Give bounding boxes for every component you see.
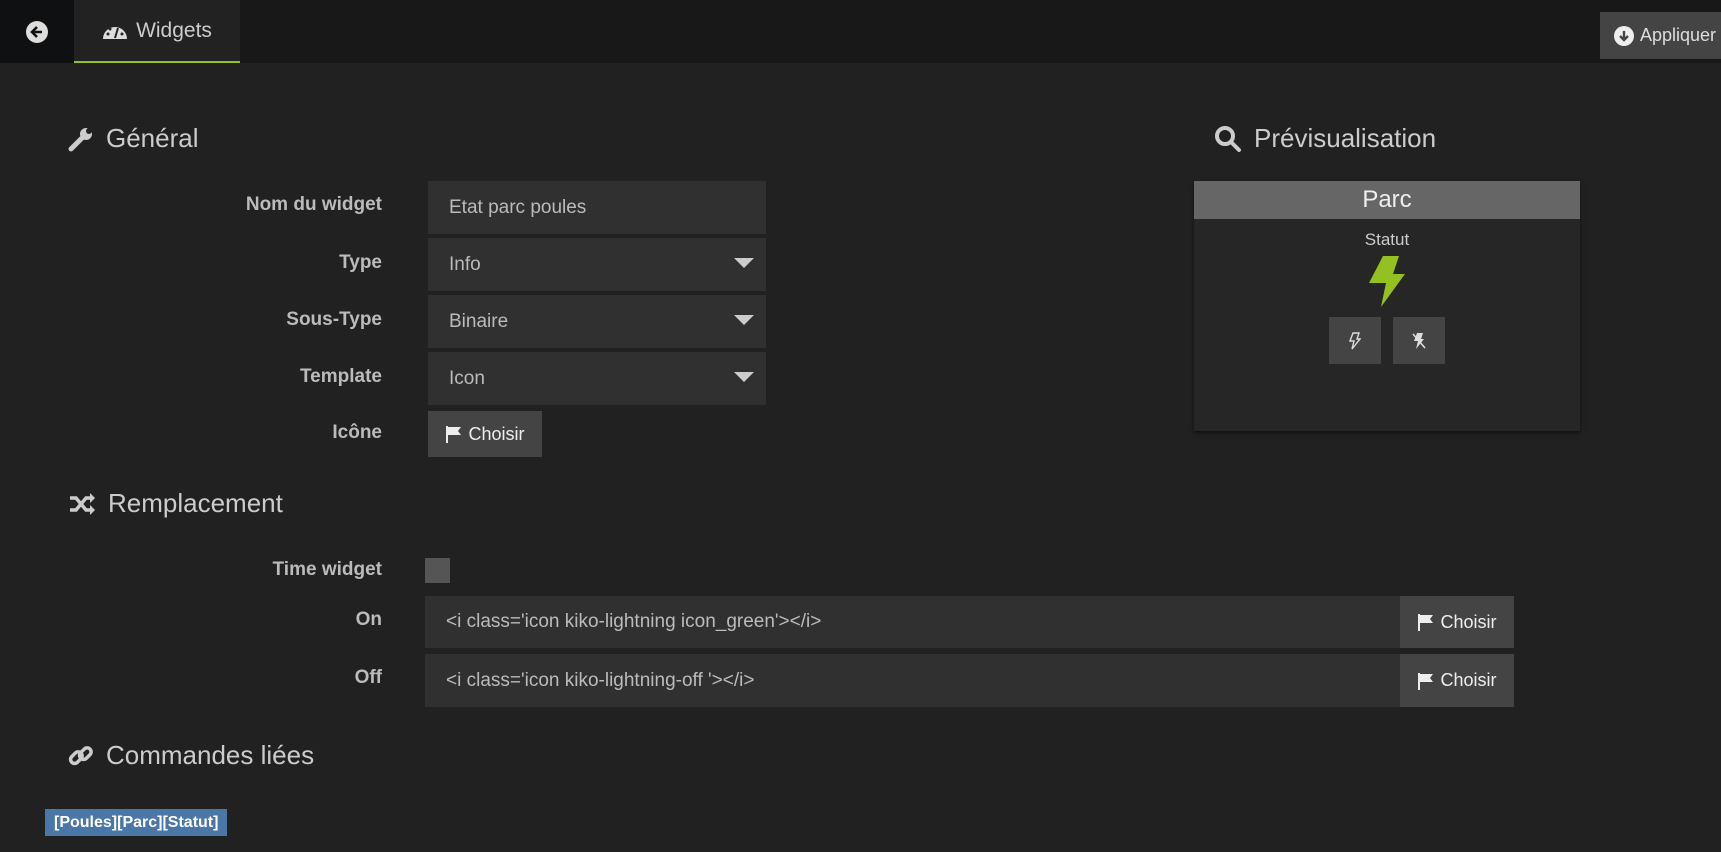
section-preview-heading: Prévisualisation [1214,123,1436,154]
lightning-off-icon [1412,332,1426,349]
search-icon [1215,125,1241,152]
lightning-icon [1349,331,1361,349]
template-label: Template [299,366,382,387]
wrench-icon [68,127,92,151]
type-label: Type [339,252,382,273]
apply-button[interactable]: Appliquer [1600,12,1721,59]
heading-text: Commandes liées [106,740,315,770]
button-label: Choisir [1440,611,1497,632]
choose-off-icon-button[interactable]: Choisir [1400,654,1514,707]
heading-text: Remplacement [108,488,283,518]
arrow-left-circle-icon [26,20,48,43]
subtype-value: Binaire [449,310,509,332]
chevron-down-icon [734,258,754,268]
cmd-name: Statut [1364,230,1410,249]
tab-label: Widgets [136,18,212,42]
section-general-heading: Général [68,123,199,154]
time-widget-label: Time widget [272,559,382,580]
heading-text: Prévisualisation [1254,123,1437,153]
widget-preview-card: Parc Statut [1194,181,1580,431]
type-select[interactable]: Info [428,238,766,291]
tab-widgets[interactable]: Widgets [74,0,240,63]
choose-on-icon-button[interactable]: Choisir [1400,596,1514,648]
back-button[interactable] [0,0,74,63]
template-select[interactable]: Icon [428,352,766,405]
button-label: Choisir [1440,670,1497,690]
heading-text: Général [106,123,199,153]
chevron-down-icon [734,372,754,382]
on-label: On [355,609,382,630]
chevron-down-icon [734,315,754,325]
off-label: Off [354,667,382,688]
on-icon-input[interactable]: <i class='icon kiko-lightning icon_green… [425,596,1400,648]
dashboard-icon [103,26,128,39]
icon-label: Icône [332,422,382,443]
name-label: Nom du widget [245,194,382,215]
off-icon-input[interactable]: <i class='icon kiko-lightning-off '></i> [425,654,1400,707]
subtype-label: Sous-Type [286,309,382,330]
flag-icon [1418,614,1434,631]
top-bar: Widgets Appliquer [0,0,1721,63]
section-replacement-heading: Remplacement [68,488,283,519]
flag-icon [446,426,462,443]
on-action-button[interactable] [1329,317,1381,364]
button-label: Choisir [468,423,525,444]
card-title: Parc [1194,181,1580,219]
flag-icon [1418,672,1434,690]
time-widget-checkbox[interactable] [425,558,450,583]
link-icon [68,745,93,765]
apply-label: Appliquer [1640,25,1717,45]
section-linked-heading: Commandes liées [68,740,314,771]
template-value: Icon [449,367,485,389]
random-icon [70,492,95,515]
widget-name-input[interactable]: Etat parc poules [428,181,766,234]
download-circle-icon [1614,25,1634,46]
choose-icon-button[interactable]: Choisir [428,411,542,457]
off-action-button[interactable] [1393,317,1445,364]
subtype-select[interactable]: Binaire [428,295,766,348]
linked-command-tag[interactable]: [Poules][Parc][Statut] [45,809,228,836]
type-value: Info [449,253,481,275]
lightning-icon [1194,256,1580,313]
